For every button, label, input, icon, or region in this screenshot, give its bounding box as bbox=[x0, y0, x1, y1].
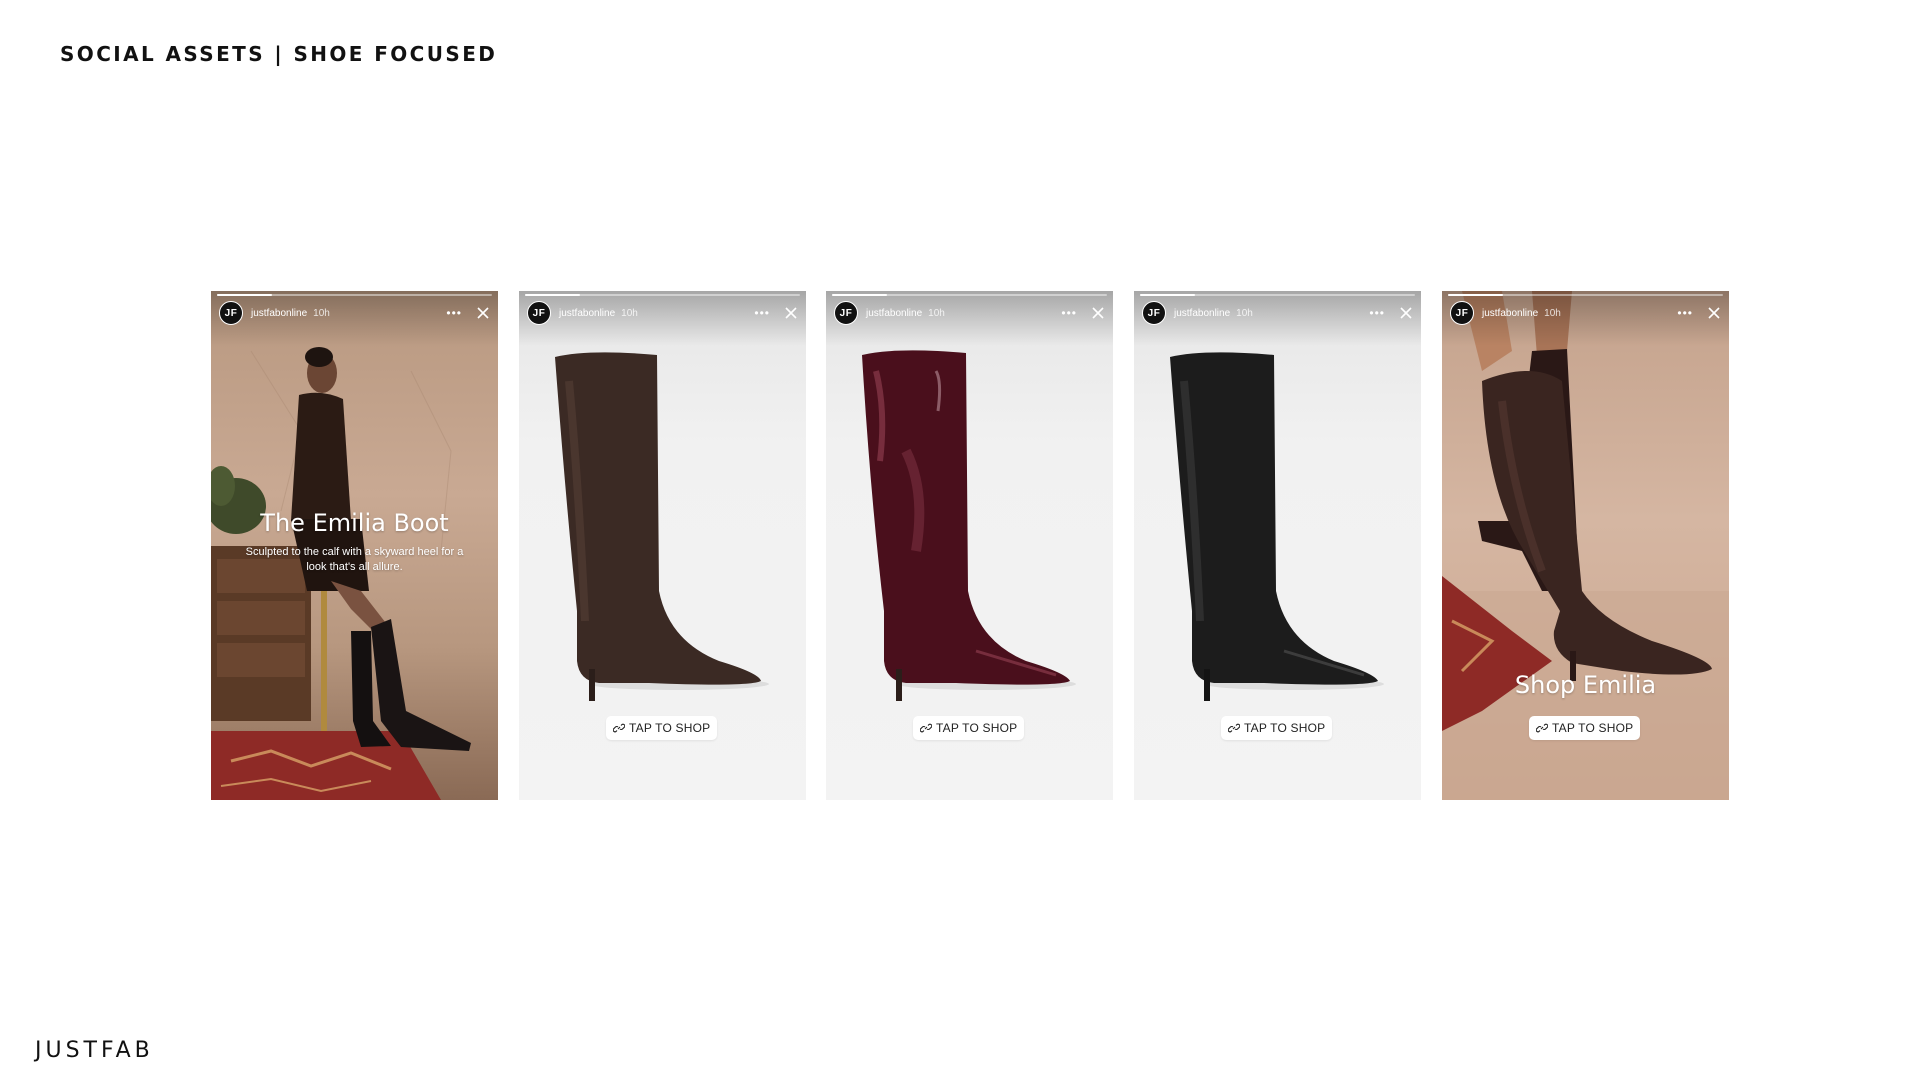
story-card[interactable]: JF justfabonline 10h ••• TAP TO SHOP bbox=[826, 291, 1113, 800]
story-header: JF justfabonline 10h ••• bbox=[219, 301, 490, 325]
story-username[interactable]: justfabonline bbox=[1482, 308, 1538, 319]
page-title: SOCIAL ASSETS | SHOE FOCUSED bbox=[60, 42, 498, 66]
story-headline: Shop Emilia bbox=[1514, 671, 1657, 699]
story-username[interactable]: justfabonline bbox=[251, 308, 307, 319]
story-progress-bar bbox=[1140, 294, 1415, 296]
story-progress-fill bbox=[1140, 294, 1195, 296]
story-progress-fill bbox=[525, 294, 580, 296]
more-icon[interactable]: ••• bbox=[754, 307, 770, 319]
story-username[interactable]: justfabonline bbox=[1174, 308, 1230, 319]
story-subline: Sculpted to the calf with a skyward heel… bbox=[245, 546, 464, 573]
story-time: 10h bbox=[313, 307, 330, 319]
avatar[interactable]: JF bbox=[834, 301, 858, 325]
brand-logo: JUSTFAB bbox=[35, 1038, 154, 1063]
story-username[interactable]: justfabonline bbox=[866, 308, 922, 319]
avatar[interactable]: JF bbox=[1142, 301, 1166, 325]
tap-to-shop-label: TAP TO SHOP bbox=[1552, 721, 1634, 735]
link-icon bbox=[920, 723, 932, 733]
story-username[interactable]: justfabonline bbox=[559, 308, 615, 319]
story-progress-bar bbox=[525, 294, 800, 296]
close-icon[interactable] bbox=[1091, 306, 1105, 320]
story-progress-fill bbox=[832, 294, 887, 296]
story-progress-bar bbox=[1448, 294, 1723, 296]
story-headline: The Emilia Boot bbox=[260, 509, 449, 537]
link-icon bbox=[1228, 723, 1240, 733]
close-icon[interactable] bbox=[476, 306, 490, 320]
avatar[interactable]: JF bbox=[1450, 301, 1474, 325]
story-header: JF justfabonline 10h ••• bbox=[527, 301, 798, 325]
avatar[interactable]: JF bbox=[219, 301, 243, 325]
story-card[interactable]: JF justfabonline 10h ••• The Emilia Boot… bbox=[211, 291, 498, 800]
link-icon bbox=[1536, 723, 1548, 733]
tap-to-shop-label: TAP TO SHOP bbox=[936, 721, 1018, 735]
tap-to-shop-button[interactable]: TAP TO SHOP bbox=[606, 716, 718, 740]
tap-to-shop-label: TAP TO SHOP bbox=[1244, 721, 1326, 735]
avatar[interactable]: JF bbox=[527, 301, 551, 325]
story-time: 10h bbox=[1236, 307, 1253, 319]
story-progress-fill bbox=[1448, 294, 1503, 296]
story-card[interactable]: JF justfabonline 10h ••• Shop Emilia TAP… bbox=[1442, 291, 1729, 800]
more-icon[interactable]: ••• bbox=[1061, 307, 1077, 319]
story-row: JF justfabonline 10h ••• The Emilia Boot… bbox=[211, 291, 1731, 800]
story-progress-bar bbox=[217, 294, 492, 296]
story-progress-bar bbox=[832, 294, 1107, 296]
more-icon[interactable]: ••• bbox=[1677, 307, 1693, 319]
story-header: JF justfabonline 10h ••• bbox=[1450, 301, 1721, 325]
more-icon[interactable]: ••• bbox=[1369, 307, 1385, 319]
story-header: JF justfabonline 10h ••• bbox=[834, 301, 1105, 325]
more-icon[interactable]: ••• bbox=[446, 307, 462, 319]
tap-to-shop-button[interactable]: TAP TO SHOP bbox=[1529, 716, 1641, 740]
tap-to-shop-label: TAP TO SHOP bbox=[629, 721, 711, 735]
link-icon bbox=[613, 723, 625, 733]
story-time: 10h bbox=[928, 307, 945, 319]
story-card[interactable]: JF justfabonline 10h ••• TAP TO SHOP bbox=[1134, 291, 1421, 800]
story-time: 10h bbox=[621, 307, 638, 319]
story-progress-fill bbox=[217, 294, 272, 296]
tap-to-shop-button[interactable]: TAP TO SHOP bbox=[913, 716, 1025, 740]
close-icon[interactable] bbox=[1707, 306, 1721, 320]
story-time: 10h bbox=[1544, 307, 1561, 319]
close-icon[interactable] bbox=[1399, 306, 1413, 320]
tap-to-shop-button[interactable]: TAP TO SHOP bbox=[1221, 716, 1333, 740]
story-header: JF justfabonline 10h ••• bbox=[1142, 301, 1413, 325]
story-card[interactable]: JF justfabonline 10h ••• TAP TO SHOP bbox=[519, 291, 806, 800]
close-icon[interactable] bbox=[784, 306, 798, 320]
